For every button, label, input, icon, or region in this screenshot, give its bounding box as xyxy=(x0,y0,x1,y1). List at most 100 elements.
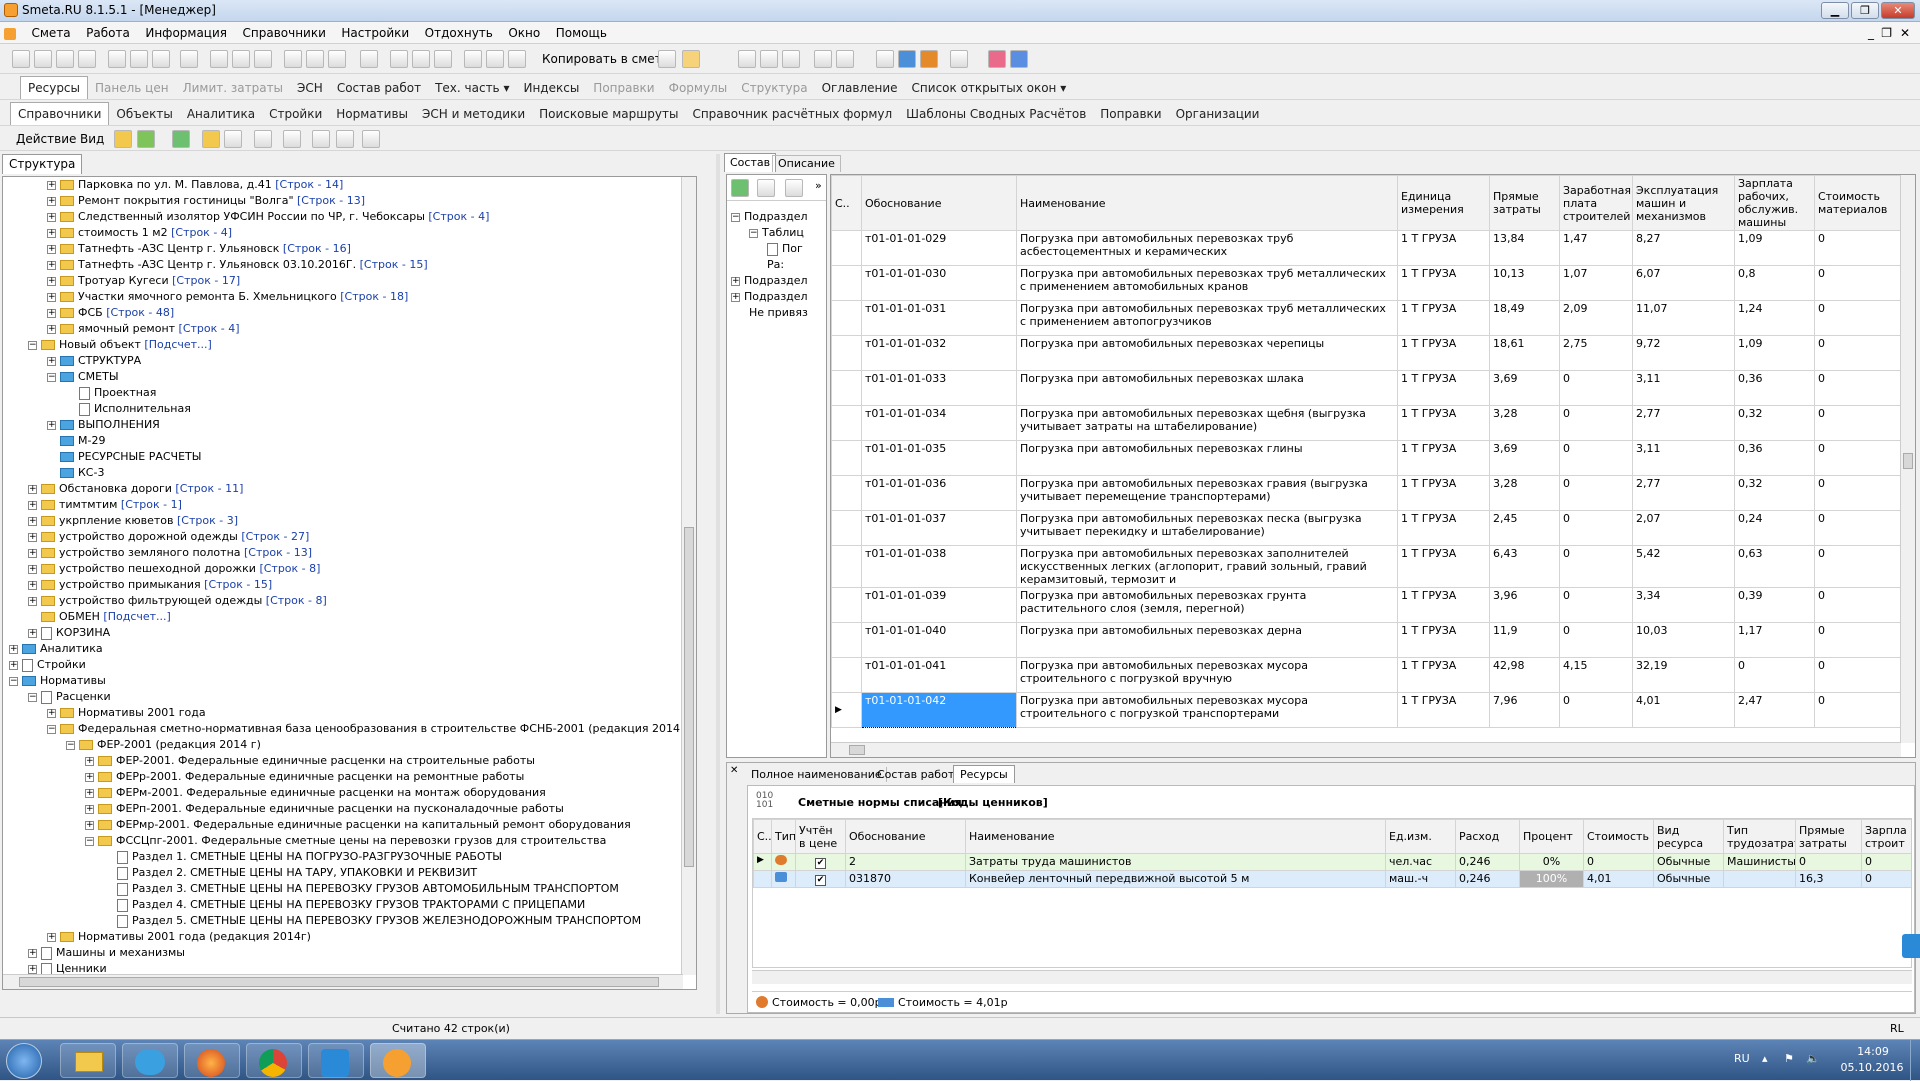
tool-icon-18[interactable] xyxy=(760,50,778,68)
tree-node[interactable]: + Аналитика xyxy=(9,641,103,657)
resources-cell[interactable]: 0 xyxy=(1861,853,1911,871)
tree-node[interactable]: Раздел 5. СМЕТНЫЕ ЦЕНЫ НА ПЕРЕВОЗКУ ГРУЗ… xyxy=(104,913,641,929)
copy-icon[interactable] xyxy=(486,50,504,68)
minimize-button[interactable]: ▁ xyxy=(1821,2,1849,19)
collapse-icon[interactable]: − xyxy=(47,372,56,382)
tool-icon-14[interactable] xyxy=(434,50,452,68)
expand-icon[interactable]: + xyxy=(47,324,56,334)
table-cell[interactable]: 7,96 xyxy=(1489,692,1560,728)
delete-icon[interactable] xyxy=(360,50,378,68)
tree-node[interactable]: + Тротуар Кугеси [Строк - 17] xyxy=(47,273,240,289)
table-cell[interactable]: 0 xyxy=(1559,692,1633,728)
table-cell[interactable]: 2,75 xyxy=(1559,335,1633,371)
table-row[interactable]: т01-01-01-039 Погрузка при автомобильных … xyxy=(831,587,1902,623)
table-cell[interactable]: Погрузка при автомобильных перевозках тр… xyxy=(1016,230,1398,266)
cut-icon[interactable] xyxy=(464,50,482,68)
table-cell[interactable]: 0,24 xyxy=(1734,510,1815,546)
tab-reference-books[interactable]: Справочники xyxy=(10,102,110,125)
expand-icon[interactable]: + xyxy=(47,244,56,254)
table-cell[interactable]: 0 xyxy=(1559,545,1633,588)
tool-icon-9[interactable] xyxy=(284,50,302,68)
folder-icon[interactable] xyxy=(202,130,220,148)
folder-add-icon[interactable] xyxy=(137,130,155,148)
tree-node[interactable]: + Машины и механизмы xyxy=(28,945,185,961)
menu-help[interactable]: Помощь xyxy=(550,22,613,44)
table-cell[interactable]: Погрузка при автомобильных перевозках че… xyxy=(1016,335,1398,371)
tab-summary-templates[interactable]: Шаблоны Сводных Расчётов xyxy=(899,103,1093,125)
tool-icon-16[interactable] xyxy=(682,50,700,68)
language-indicator[interactable]: RU xyxy=(1734,1052,1750,1065)
table-row[interactable]: т01-01-01-029 Погрузка при автомобильных … xyxy=(831,230,1902,266)
tree-node[interactable]: КС-3 xyxy=(47,465,104,481)
tool-icon-10[interactable] xyxy=(306,50,324,68)
table-cell[interactable]: 0 xyxy=(1814,405,1902,441)
table-cell[interactable]: Погрузка при автомобильных перевозках де… xyxy=(1016,622,1398,658)
resources-column-header[interactable]: Тип трудозатрат xyxy=(1723,819,1796,854)
grid-column-header[interactable]: Единица измерения xyxy=(1397,175,1490,231)
table-cell[interactable]: 5,42 xyxy=(1632,545,1735,588)
resources-cell[interactable]: 0 xyxy=(1861,870,1911,888)
expand-icon[interactable]: + xyxy=(47,180,56,190)
tree-node[interactable]: + Участки ямочного ремонта Б. Хмельницког… xyxy=(47,289,408,305)
table-cell[interactable]: 0,32 xyxy=(1734,405,1815,441)
tab-corrections-2[interactable]: Поправки xyxy=(1093,103,1168,125)
table-cell[interactable]: т01-01-01-040 xyxy=(861,622,1017,658)
tree-node[interactable]: − ФССЦпг-2001. Федеральные сметные цены н… xyxy=(85,833,606,849)
tree-node[interactable]: + ФЕРр-2001. Федеральные единичные расцен… xyxy=(85,769,524,785)
grid-horizontal-scrollbar[interactable] xyxy=(831,742,1901,757)
resources-cell[interactable]: 100% xyxy=(1519,870,1584,888)
expand-icon[interactable]: + xyxy=(28,532,37,542)
expand-icon[interactable]: + xyxy=(85,756,94,766)
tree-node[interactable]: + устройство пешеходной дорожки [Строк - … xyxy=(28,561,320,577)
tool-icon-1[interactable] xyxy=(12,50,30,68)
resources-cell[interactable]: 0% xyxy=(1519,853,1584,871)
table-cell[interactable]: 1 Т ГРУЗА xyxy=(1397,370,1490,406)
tab-work-composition-2[interactable]: Состав работ xyxy=(873,767,960,782)
action-menu[interactable]: Действие xyxy=(16,132,76,146)
table-cell[interactable]: 3,28 xyxy=(1489,475,1560,511)
tool-icon-2[interactable] xyxy=(34,50,52,68)
resources-cell[interactable] xyxy=(1723,870,1796,888)
resources-cell[interactable]: 2 xyxy=(845,853,966,871)
table-cell[interactable]: 0,36 xyxy=(1734,370,1815,406)
resources-column-header[interactable]: Зарпла строит xyxy=(1861,819,1911,854)
table-cell[interactable]: 1 Т ГРУЗА xyxy=(1397,587,1490,623)
table-cell[interactable]: 0 xyxy=(1814,545,1902,588)
resources-cell[interactable]: чел.час xyxy=(1385,853,1456,871)
unbound-node[interactable]: Не привяз xyxy=(749,306,808,319)
table-cell[interactable]: Погрузка при автомобильных перевозках шл… xyxy=(1016,370,1398,406)
collapse-icon[interactable]: − xyxy=(28,692,37,702)
tree-vertical-scrollbar[interactable] xyxy=(681,177,696,975)
tool-icon-6[interactable] xyxy=(210,50,228,68)
tab-constructions[interactable]: Стройки xyxy=(262,103,329,125)
tree-horizontal-scrollbar[interactable] xyxy=(3,974,683,989)
tab-formula-reference[interactable]: Справочник расчётных формул xyxy=(685,103,899,125)
resources-cell[interactable]: маш.-ч xyxy=(1385,870,1456,888)
table-cell[interactable]: 8,27 xyxy=(1632,230,1735,266)
menu-settings[interactable]: Настройки xyxy=(335,22,415,44)
resources-cell[interactable]: 031870 xyxy=(845,870,966,888)
resources-column-header[interactable]: Вид ресурса xyxy=(1653,819,1724,854)
tree-node[interactable]: + КОРЗИНА xyxy=(28,625,110,641)
tab-open-windows[interactable]: Список открытых окон ▾ xyxy=(905,77,1074,99)
table-row[interactable]: ▶ т01-01-01-042 Погрузка при автомобильных… xyxy=(831,692,1902,728)
resources-cell[interactable]: Обычные xyxy=(1653,870,1724,888)
tree-node[interactable]: + ФЕРп-2001. Федеральные единичные расцен… xyxy=(85,801,564,817)
tree-node[interactable]: + стоимость 1 м2 [Строк - 4] xyxy=(47,225,232,241)
table-cell[interactable]: т01-01-01-033 xyxy=(861,370,1017,406)
table-cell[interactable]: 3,69 xyxy=(1489,440,1560,476)
grid-vertical-scrollbar[interactable] xyxy=(1900,175,1915,743)
teamviewer-task-icon[interactable] xyxy=(308,1043,364,1078)
table-cell[interactable]: 3,11 xyxy=(1632,370,1735,406)
tree-node[interactable]: + устройство дорожной одежды [Строк - 27] xyxy=(28,529,309,545)
table-cell[interactable]: Погрузка при автомобильных перевозках тр… xyxy=(1016,300,1398,336)
grid-column-header[interactable]: С.. xyxy=(831,175,862,231)
tree-node[interactable]: Раздел 2. СМЕТНЫЕ ЦЕНЫ НА ТАРУ, УПАКОВКИ… xyxy=(104,865,477,881)
undo-icon[interactable] xyxy=(152,50,170,68)
tree-node[interactable]: + ВЫПОЛНЕНИЯ xyxy=(47,417,160,433)
table-cell[interactable]: 1 Т ГРУЗА xyxy=(1397,265,1490,301)
tab-resources-2[interactable]: Ресурсы xyxy=(953,765,1015,783)
tree-node[interactable]: + Татнефть -АЗС Центр г. Ульяновск [Строк… xyxy=(47,241,351,257)
tree-node[interactable]: + Следственный изолятор УФСИН России по Ч… xyxy=(47,209,489,225)
grid-column-header[interactable]: Обоснование xyxy=(861,175,1017,231)
